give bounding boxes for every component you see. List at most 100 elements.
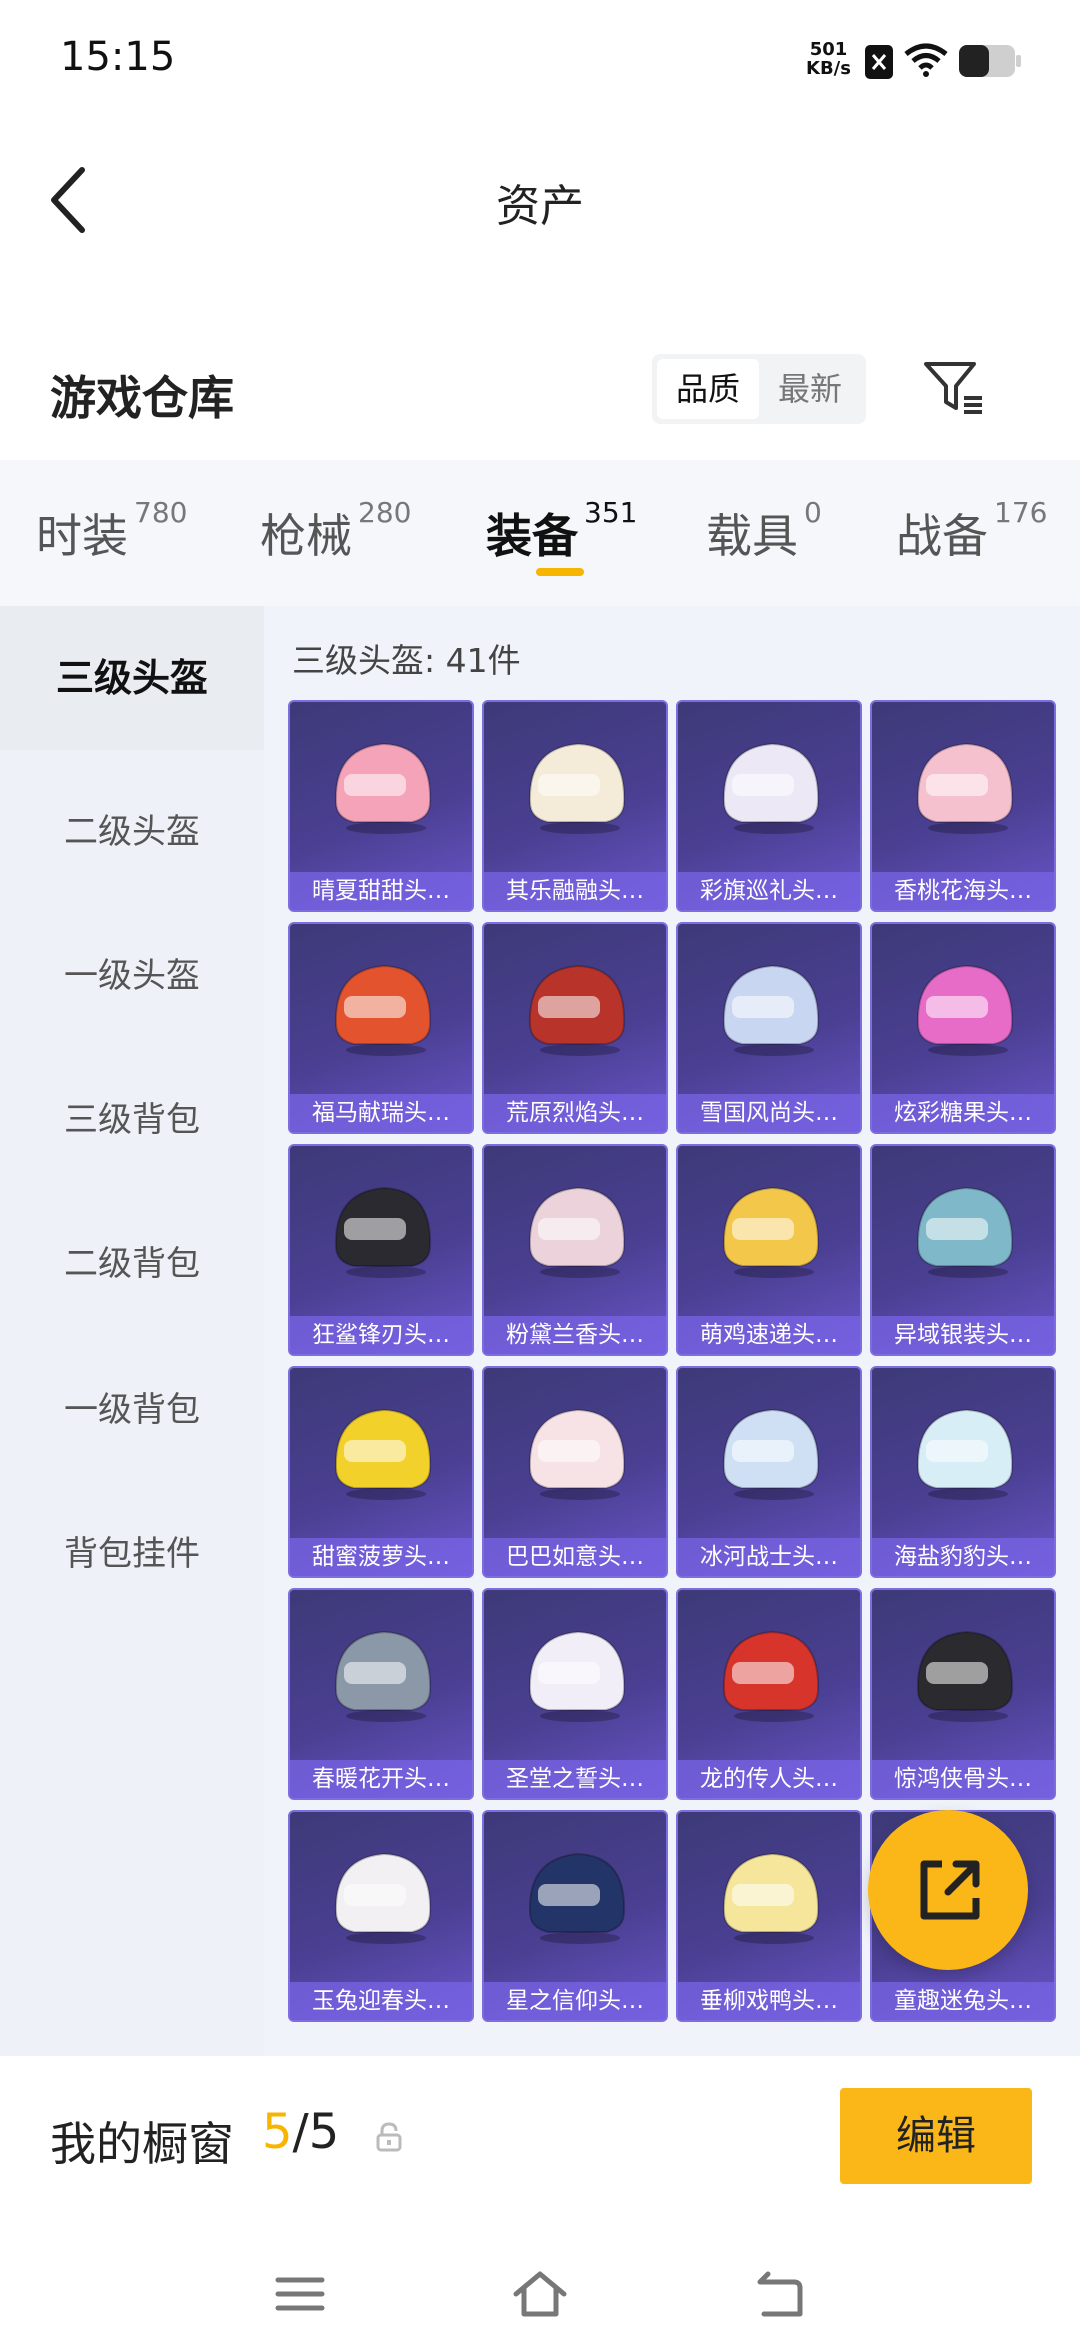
showcase-title: 我的橱窗 [50,2117,234,2171]
edit-button[interactable]: 编辑 [840,2088,1032,2184]
item-name: 晴夏甜甜头… [290,872,472,910]
item-card[interactable]: 萌鸡速递头… [676,1144,862,1356]
item-card[interactable]: 福马献瑞头… [288,922,474,1134]
subcategory-sidebar: 三级头盔 二级头盔 一级头盔 三级背包 二级背包 一级背包 背包挂件 [0,606,264,2056]
battery-icon [959,45,1021,77]
item-card[interactable]: 海盐豹豹头… [870,1366,1056,1578]
back-nav-icon[interactable] [750,2264,810,2324]
helmet-icon [722,1630,820,1722]
lock-icon [376,2122,402,2152]
helmet-icon [916,1186,1014,1278]
helmet-icon [916,964,1014,1056]
menu-icon[interactable] [270,2264,330,2324]
sidebar-item-level3-helmet[interactable]: 三级头盔 [0,606,264,750]
showcase-current: 5 [262,2104,293,2160]
filter-icon[interactable] [922,358,986,418]
sidebar-item-backpack-charm[interactable]: 背包挂件 [0,1526,264,1575]
item-card[interactable]: 晴夏甜甜头… [288,700,474,912]
item-name: 圣堂之誓头… [484,1760,666,1798]
item-card[interactable]: 巴巴如意头… [482,1366,668,1578]
item-card[interactable]: 圣堂之誓头… [482,1588,668,1800]
item-count-label: 三级头盔: 41件 [292,641,521,680]
clock: 15:15 [60,34,176,80]
tab-label: 装备 [486,509,578,563]
category-tabs: 时装 780 枪械 280 装备 351 载具 0 战备 176 [0,460,1080,606]
item-card[interactable]: 炫彩糖果头… [870,922,1056,1134]
item-name: 福马献瑞头… [290,1094,472,1132]
helmet-icon [916,1630,1014,1722]
status-bar: 15:15 501 KB/s [0,0,1080,120]
sort-quality-button[interactable]: 品质 [657,359,759,419]
tab-firearms[interactable]: 枪械 280 [260,496,411,566]
item-card[interactable]: 其乐融融头… [482,700,668,912]
helmet-icon [916,1408,1014,1500]
helmet-icon [528,1408,626,1500]
helmet-icon [528,1630,626,1722]
sidebar-item-level1-backpack[interactable]: 一级背包 [0,1382,264,1431]
helmet-icon [722,1408,820,1500]
tab-fashion[interactable]: 时装 780 [36,496,187,566]
helmet-icon [722,742,820,834]
item-name: 春暖花开头… [290,1760,472,1798]
item-card[interactable]: 雪国风尚头… [676,922,862,1134]
tab-equipment[interactable]: 装备 351 [486,496,637,566]
item-card[interactable]: 惊鸿侠骨头… [870,1588,1056,1800]
showcase-panel: 我的橱窗 5/5 编辑 [0,2056,1080,2344]
helmet-icon [722,1186,820,1278]
helmet-icon [334,1186,432,1278]
helmet-icon [722,964,820,1056]
tab-count: 0 [804,496,822,529]
item-card[interactable]: 香桃花海头… [870,700,1056,912]
item-card[interactable]: 异域银装头… [870,1144,1056,1356]
sidebar-item-level1-helmet[interactable]: 一级头盔 [0,948,264,997]
item-card[interactable]: 春暖花开头… [288,1588,474,1800]
item-card[interactable]: 彩旗巡礼头… [676,700,862,912]
item-card[interactable]: 星之信仰头… [482,1810,668,2022]
item-name: 荒原烈焰头… [484,1094,666,1132]
helmet-icon [722,1852,820,1944]
sidebar-item-level3-backpack[interactable]: 三级背包 [0,1092,264,1141]
item-name: 甜蜜菠萝头… [290,1538,472,1576]
item-name: 炫彩糖果头… [872,1094,1054,1132]
helmet-icon [334,742,432,834]
item-name: 雪国风尚头… [678,1094,860,1132]
home-icon[interactable] [510,2264,570,2324]
active-tab-indicator [536,568,584,576]
tab-supplies[interactable]: 战备 176 [896,496,1047,566]
item-name: 彩旗巡礼头… [678,872,860,910]
sidebar-item-level2-backpack[interactable]: 二级背包 [0,1236,264,1285]
item-name: 龙的传人头… [678,1760,860,1798]
item-name: 异域银装头… [872,1316,1054,1354]
sort-newest-button[interactable]: 最新 [759,359,861,419]
item-card[interactable]: 玉兔迎春头… [288,1810,474,2022]
item-name: 粉黛兰香头… [484,1316,666,1354]
tab-label: 战备 [896,509,988,563]
network-speed: 501 KB/s [806,40,851,78]
item-name: 香桃花海头… [872,872,1054,910]
item-card[interactable]: 冰河战士头… [676,1366,862,1578]
page-title: 资产 [496,181,584,232]
warehouse-title: 游戏仓库 [50,371,234,425]
wifi-icon [904,43,948,77]
share-button[interactable] [868,1810,1028,1970]
tab-count: 351 [584,496,638,529]
sim-off-icon [865,45,893,79]
tab-vehicles[interactable]: 载具 0 [706,496,822,566]
helmet-icon [528,1186,626,1278]
item-card[interactable]: 甜蜜菠萝头… [288,1366,474,1578]
item-name: 狂鲨锋刃头… [290,1316,472,1354]
tab-label: 载具 [706,509,798,563]
sidebar-item-level2-helmet[interactable]: 二级头盔 [0,804,264,853]
item-name: 其乐融融头… [484,872,666,910]
item-name: 童趣迷兔头… [872,1982,1054,2020]
item-card[interactable]: 荒原烈焰头… [482,922,668,1134]
item-name: 星之信仰头… [484,1982,666,2020]
item-card[interactable]: 龙的传人头… [676,1588,862,1800]
item-card[interactable]: 狂鲨锋刃头… [288,1144,474,1356]
item-name: 海盐豹豹头… [872,1538,1054,1576]
helmet-icon [916,742,1014,834]
item-name: 巴巴如意头… [484,1538,666,1576]
item-card[interactable]: 粉黛兰香头… [482,1144,668,1356]
helmet-icon [528,964,626,1056]
item-card[interactable]: 垂柳戏鸭头… [676,1810,862,2022]
